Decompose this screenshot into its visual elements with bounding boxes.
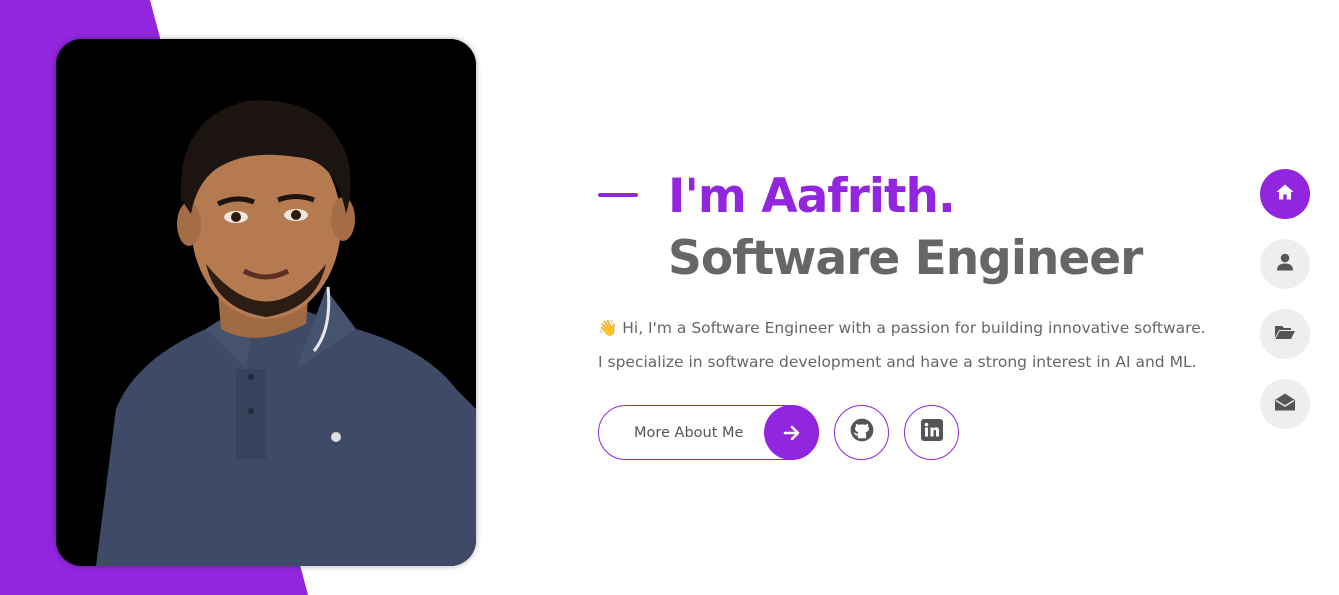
accent-dash	[598, 193, 638, 197]
more-about-me-label: More About Me	[634, 424, 744, 441]
profile-photo-illustration	[56, 39, 476, 566]
home-icon	[1275, 182, 1295, 207]
github-icon	[849, 417, 875, 448]
nav-home-button[interactable]	[1260, 169, 1310, 219]
role-heading: Software Engineer	[668, 231, 1143, 286]
arrow-right-icon	[764, 405, 819, 460]
user-icon	[1275, 252, 1295, 277]
greeting-heading: I'm Aafrith.	[668, 169, 956, 224]
envelope-open-icon	[1274, 392, 1296, 417]
nav-contact-button[interactable]	[1260, 379, 1310, 429]
nav-portfolio-button[interactable]	[1260, 309, 1310, 359]
folder-open-icon	[1274, 322, 1296, 347]
intro-line-1: 👋 Hi, I'm a Software Engineer with a pas…	[598, 319, 1206, 337]
more-about-me-button[interactable]: More About Me	[598, 405, 819, 460]
intro-line-2: I specialize in software development and…	[598, 353, 1197, 371]
nav-about-button[interactable]	[1260, 239, 1310, 289]
profile-photo	[56, 39, 476, 566]
linkedin-link[interactable]	[904, 405, 959, 460]
linkedin-icon	[920, 418, 944, 447]
intro-text: 👋 Hi, I'm a Software Engineer with a pas…	[598, 311, 1238, 379]
github-link[interactable]	[834, 405, 889, 460]
